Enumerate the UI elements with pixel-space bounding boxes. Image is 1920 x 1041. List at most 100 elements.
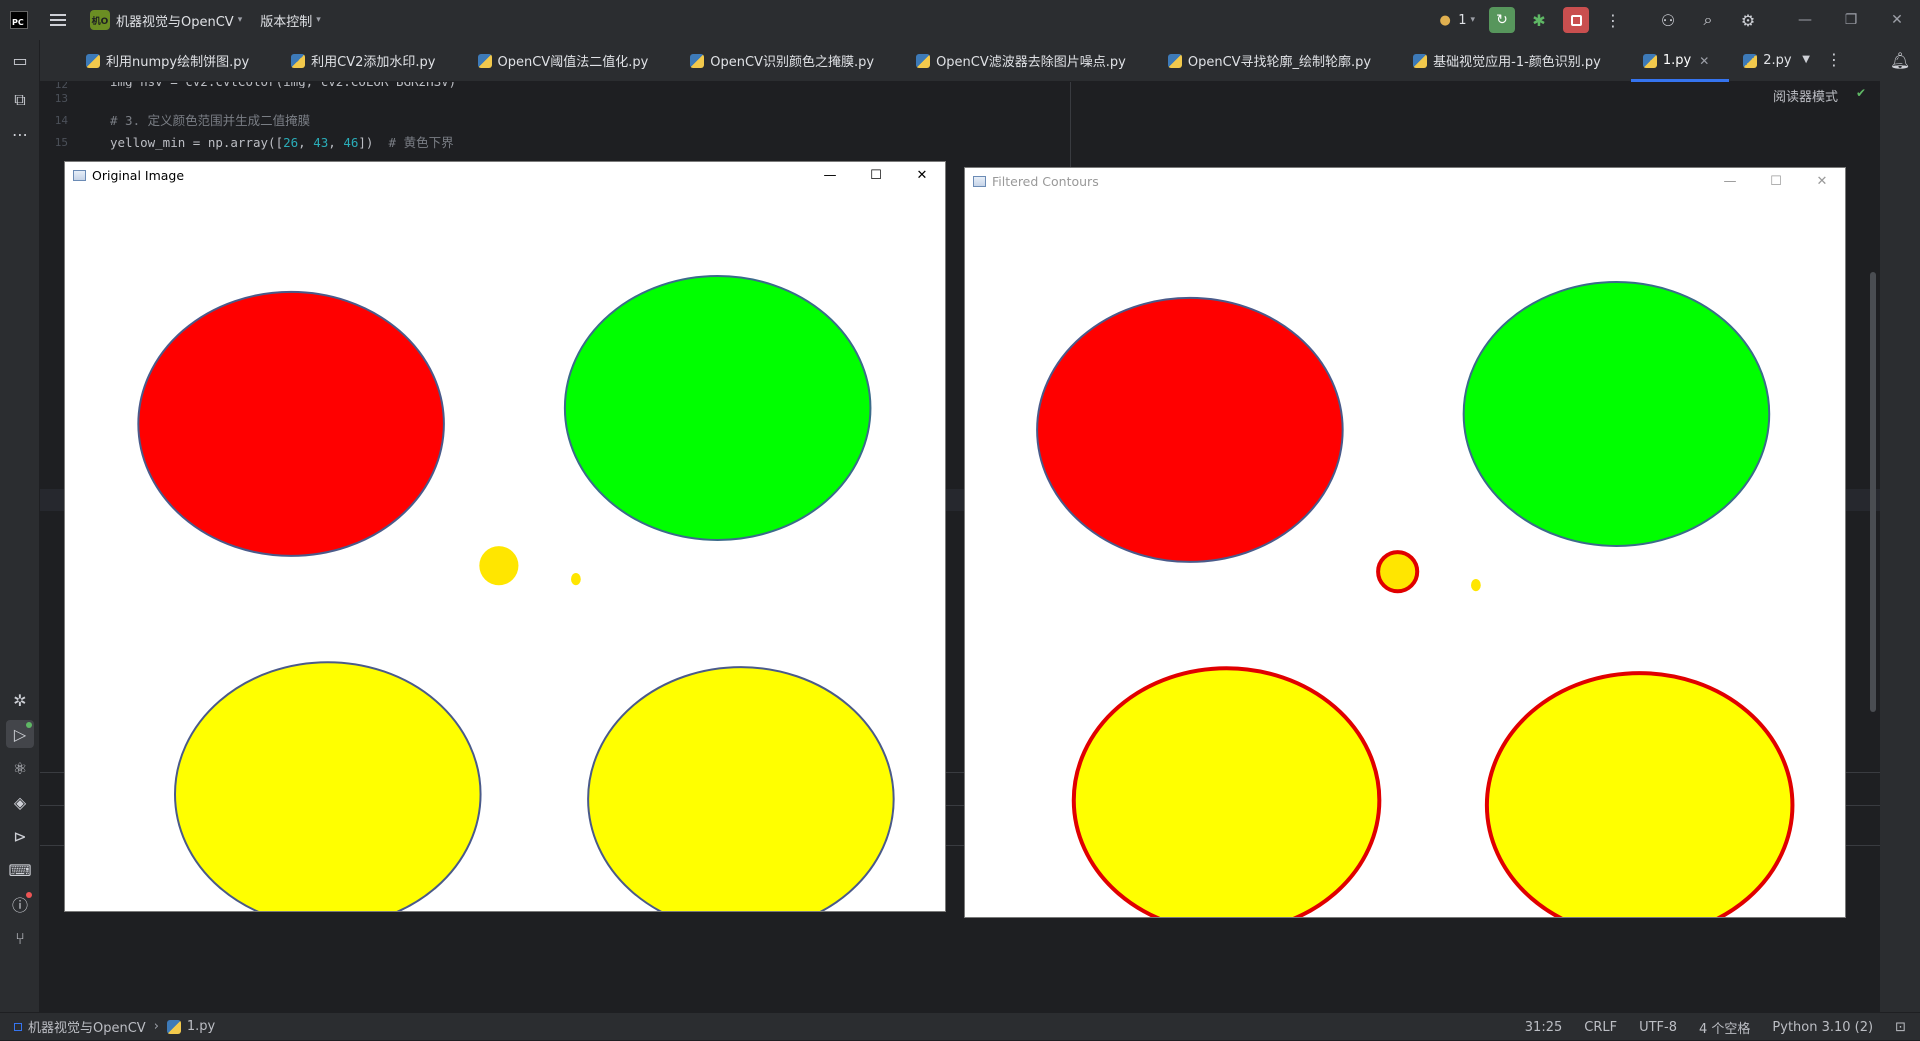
red-ellipse xyxy=(137,290,445,557)
add-user-icon[interactable]: ⚇ xyxy=(1657,9,1679,31)
code-lines: img_hsv = cv2.cvtColor(img, cv2.COLOR_BG… xyxy=(110,82,456,154)
tab-4[interactable]: OpenCV滤波器去除图片噪点.py xyxy=(894,40,1146,82)
debug-bug-icon[interactable]: ✱ xyxy=(1528,9,1550,31)
window-minimize-icon[interactable]: — xyxy=(1782,12,1828,28)
reader-mode-toggle[interactable]: 阅读器模式 xyxy=(1773,86,1838,105)
window-title: Filtered Contours xyxy=(992,173,1099,189)
run-tool-icon[interactable]: ▷ xyxy=(6,720,34,748)
layers-icon[interactable]: ◈ xyxy=(6,788,34,816)
more-vertical-icon[interactable]: ⋮ xyxy=(1602,9,1624,31)
minimize-icon[interactable]: — xyxy=(807,162,853,188)
project-badge[interactable]: 机O xyxy=(90,10,110,30)
python-file-icon xyxy=(690,53,705,68)
yellow-small-circle xyxy=(479,546,519,586)
window-close-icon[interactable]: ✕ xyxy=(1874,12,1920,28)
tab-2[interactable]: OpenCV阈值法二值化.py xyxy=(456,40,669,82)
file-encoding[interactable]: UTF-8 xyxy=(1639,1020,1677,1035)
python-file-icon xyxy=(291,53,306,68)
yellow-ellipse xyxy=(587,666,895,911)
debug-icon[interactable]: ✲ xyxy=(6,686,34,714)
problems-icon[interactable]: ⓘ xyxy=(6,890,34,918)
settings-gear-icon[interactable]: ⚙ xyxy=(1737,9,1759,31)
yellow-dot-circle xyxy=(571,573,581,586)
more-tools-icon[interactable]: ⋯ xyxy=(6,120,34,148)
inspection-ok-icon: ✔ xyxy=(1855,86,1866,100)
red-ellipse xyxy=(1036,296,1344,563)
python-file-icon xyxy=(1642,53,1657,68)
close-icon[interactable]: ✕ xyxy=(899,162,945,188)
breadcrumb-file[interactable]: 1.py xyxy=(187,1019,215,1034)
image-canvas xyxy=(965,194,1845,917)
tab-7-active[interactable]: 1.py ✕ xyxy=(1621,40,1730,82)
yellow-contour-ellipse xyxy=(1071,666,1382,917)
tab-1[interactable]: 利用CV2添加水印.py xyxy=(269,40,455,82)
tab-6[interactable]: 基础视觉应用-1-颜色识别.py xyxy=(1391,40,1621,82)
chevron-down-icon[interactable]: ▾ xyxy=(316,15,321,25)
structure-icon[interactable]: ⧉ xyxy=(6,86,34,114)
python-console-icon[interactable]: ⚛ xyxy=(6,754,34,782)
close-tab-icon[interactable]: ✕ xyxy=(1699,54,1709,68)
search-icon[interactable]: ⌕ xyxy=(1697,9,1719,31)
python-interpreter[interactable]: Python 3.10 (2) xyxy=(1772,1020,1873,1035)
tabs-dropdown-icon[interactable]: ▼ xyxy=(1802,54,1810,65)
tab-0[interactable]: 利用numpy绘制饼图.py xyxy=(40,40,269,82)
window-restore-icon[interactable]: ❐ xyxy=(1828,12,1874,28)
opencv-window-filtered[interactable]: Filtered Contours — ☐ ✕ xyxy=(964,167,1846,918)
window-app-icon xyxy=(73,169,86,181)
run-count[interactable]: 1 xyxy=(1458,13,1466,28)
main-menu-icon[interactable] xyxy=(50,14,66,26)
maximize-icon[interactable]: ☐ xyxy=(1753,168,1799,194)
close-icon[interactable]: ✕ xyxy=(1799,168,1845,194)
chevron-right-icon: › xyxy=(153,1019,159,1034)
yellow-contour-ellipse xyxy=(1484,671,1795,917)
python-file-icon xyxy=(86,53,100,68)
project-name[interactable]: 机器视觉与OpenCV xyxy=(116,11,234,30)
status-bar: 机器视觉与OpenCV › 1.py 31:25 CRLF UTF-8 4 个空… xyxy=(0,1012,1920,1040)
window-title: Original Image xyxy=(92,167,185,183)
line-separator[interactable]: CRLF xyxy=(1584,1020,1617,1035)
project-folder-icon[interactable]: ▭ xyxy=(6,46,34,74)
breadcrumb-project[interactable]: 机器视觉与OpenCV xyxy=(28,1017,146,1036)
rerun-button[interactable]: ↻ xyxy=(1489,7,1515,33)
title-bar: PC 机O 机器视觉与OpenCV ▾ 版本控制 ▾ ● 1 ▾ ↻ ✱ ⋮ ⚇… xyxy=(0,0,1920,40)
indent-setting[interactable]: 4 个空格 xyxy=(1699,1018,1750,1037)
lock-icon[interactable]: ⊡ xyxy=(1895,1020,1906,1035)
vcs-menu[interactable]: 版本控制 xyxy=(260,11,312,30)
maximize-icon[interactable]: ☐ xyxy=(853,162,899,188)
chevron-down-icon[interactable]: ▾ xyxy=(1470,15,1475,25)
stop-button[interactable] xyxy=(1563,7,1589,33)
code-line: img_hsv = cv2.cvtColor(img, cv2.COLOR_BG… xyxy=(110,82,456,88)
python-file-icon xyxy=(916,53,931,68)
window-controls: — ☐ ✕ xyxy=(807,162,945,188)
tab-3[interactable]: OpenCV识别颜色之掩膜.py xyxy=(668,40,894,82)
notifications-bell-icon[interactable]: 🔔︎ xyxy=(1886,46,1914,74)
python-file-icon xyxy=(166,1019,181,1034)
tab-8[interactable]: 2.py xyxy=(1729,40,1811,82)
code-line: yellow_min = np.array([26, 43, 46]) # 黄色… xyxy=(110,135,454,150)
left-tool-strip: ▭ ⧉ ⋯ ✲ ▷ ⚛ ◈ ⊳ ⌨ ⓘ ⑂ xyxy=(0,40,40,1012)
yellow-dot-circle xyxy=(1471,579,1481,592)
green-ellipse xyxy=(563,275,872,541)
opencv-window-original[interactable]: Original Image — ☐ ✕ xyxy=(64,161,946,912)
code-line: # 3. 定义颜色范围并生成二值掩膜 xyxy=(110,113,311,128)
git-branch-icon[interactable]: ⑂ xyxy=(6,924,34,952)
caret-position[interactable]: 31:25 xyxy=(1525,1020,1562,1035)
yellow-small-contour-circle xyxy=(1376,550,1420,594)
stop-icon xyxy=(1570,14,1582,26)
python-file-icon xyxy=(1413,53,1428,68)
python-run-config-icon[interactable]: ● xyxy=(1434,9,1456,31)
python-file-icon xyxy=(477,53,492,68)
yellow-ellipse xyxy=(174,661,482,911)
python-file-icon xyxy=(1743,53,1758,68)
services-icon[interactable]: ⊳ xyxy=(6,822,34,850)
chevron-down-icon[interactable]: ▾ xyxy=(238,15,243,25)
tab-5[interactable]: OpenCV寻找轮廓_绘制轮廓.py xyxy=(1146,40,1391,82)
tabs-more-icon[interactable]: ⋮ xyxy=(1826,50,1842,69)
minimize-icon[interactable]: — xyxy=(1707,168,1753,194)
pycharm-logo-icon: PC xyxy=(10,11,28,29)
terminal-icon[interactable]: ⌨ xyxy=(6,856,34,884)
editor-scrollbar[interactable] xyxy=(1870,272,1876,712)
module-icon xyxy=(14,1022,22,1031)
window-app-icon xyxy=(973,175,986,187)
